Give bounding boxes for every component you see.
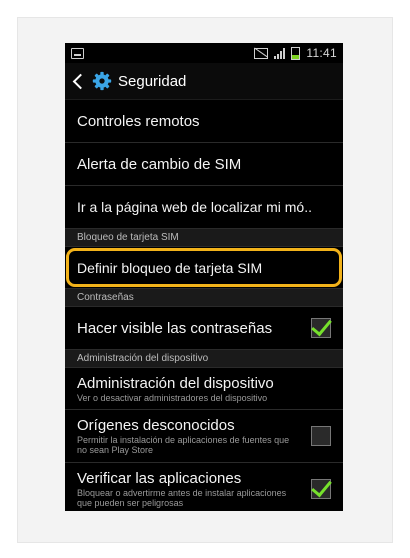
item-subtitle: Permitir la instalación de aplicaciones … — [77, 435, 290, 455]
item-title: Orígenes desconocidos — [77, 417, 235, 434]
action-bar: Seguridad — [65, 63, 343, 100]
check-icon — [311, 314, 332, 337]
phone-screen: 11:41 Seguridad Controles remotos Alerta… — [65, 43, 343, 511]
item-title: Ir a la página web de localizar mi mó.. — [77, 199, 312, 215]
item-title: Administración del dispositivo — [77, 374, 274, 392]
check-icon — [311, 475, 332, 498]
verify-apps-checkbox[interactable] — [311, 475, 332, 499]
section-header-device-admin: Administración del dispositivo — [65, 350, 343, 368]
signal-icon — [274, 47, 286, 59]
status-time: 11:41 — [306, 46, 337, 60]
section-header-sim-lock: Bloqueo de tarjeta SIM — [65, 229, 343, 247]
item-subtitle: Bloquear o advertirme antes de instalar … — [77, 488, 287, 508]
screenshot-frame: 11:41 Seguridad Controles remotos Alerta… — [17, 17, 393, 543]
back-icon[interactable] — [72, 73, 89, 89]
item-sim-change-alert[interactable]: Alerta de cambio de SIM — [65, 143, 343, 186]
item-find-my-mobile[interactable]: Ir a la página web de localizar mi mó.. — [65, 186, 343, 229]
item-unknown-sources[interactable]: Orígenes desconocidos Permitir la instal… — [65, 410, 343, 463]
section-header-passwords: Contraseñas — [65, 289, 343, 307]
item-title: Definir bloqueo de tarjeta SIM — [77, 259, 263, 276]
item-verify-apps[interactable]: Verificar las aplicaciones Bloquear o ad… — [65, 463, 343, 511]
unknown-sources-checkbox[interactable] — [311, 426, 331, 446]
item-subtitle: Ver o desactivar administradores del dis… — [77, 392, 268, 403]
visible-passwords-checkbox[interactable] — [311, 314, 332, 338]
item-visible-passwords[interactable]: Hacer visible las contraseñas — [65, 307, 343, 350]
item-device-administrators[interactable]: Administración del dispositivo Ver o des… — [65, 368, 343, 410]
notification-icon — [71, 47, 84, 59]
item-set-sim-lock[interactable]: Definir bloqueo de tarjeta SIM — [65, 247, 343, 289]
item-title: Alerta de cambio de SIM — [77, 155, 242, 173]
gear-icon[interactable] — [92, 71, 112, 91]
battery-icon — [291, 46, 301, 60]
item-title: Hacer visible las contraseñas — [77, 319, 273, 337]
item-title: Verificar las aplicaciones — [77, 470, 242, 487]
status-bar: 11:41 — [65, 43, 343, 63]
mute-icon — [254, 47, 269, 59]
page-title: Seguridad — [118, 72, 187, 90]
item-title: Controles remotos — [77, 112, 200, 130]
item-remote-controls[interactable]: Controles remotos — [65, 100, 343, 143]
